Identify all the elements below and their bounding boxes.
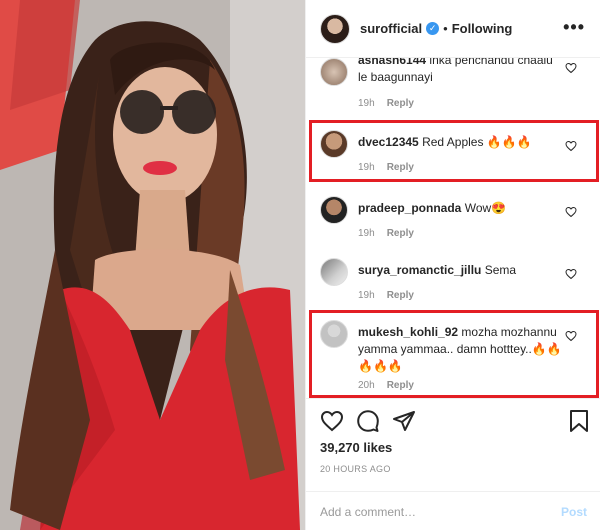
post-photo[interactable] — [0, 0, 305, 530]
post-actions: 39,270 likes 20 HOURS AGO Post — [306, 398, 600, 530]
post-timestamp: 20 HOURS AGO — [320, 464, 391, 474]
share-icon[interactable] — [392, 409, 416, 433]
highlight-box — [309, 310, 599, 398]
post-header: surofficial ✓ • Following ••• — [306, 0, 600, 58]
bookmark-icon[interactable] — [568, 409, 590, 433]
comment-text: ashash6144 inka penchandu chaalu le baag… — [358, 58, 563, 86]
comment-username[interactable]: ashash6144 — [358, 58, 426, 67]
comment-age: 19h — [358, 290, 375, 301]
comment-input[interactable] — [320, 504, 561, 519]
post-photo-illustration — [0, 0, 305, 530]
comment-text: surya_romanctic_jillu Sema — [358, 262, 563, 279]
add-comment-bar: Post — [306, 491, 600, 530]
comment-age: 19h — [358, 228, 375, 239]
comment-list[interactable]: ashash6144 inka penchandu chaalu le baag… — [306, 58, 600, 398]
comment-item: pradeep_ponnada Wow😍 19h Reply — [306, 196, 600, 252]
avatar[interactable] — [320, 258, 348, 286]
heart-icon[interactable] — [565, 268, 577, 280]
post-username[interactable]: surofficial — [360, 21, 422, 36]
highlight-box — [309, 120, 599, 182]
likes-count[interactable]: 39,270 likes — [320, 440, 392, 455]
post-button[interactable]: Post — [561, 505, 587, 519]
avatar[interactable] — [320, 58, 348, 86]
reply-button[interactable]: Reply — [387, 290, 414, 301]
reply-button[interactable]: Reply — [387, 98, 414, 109]
comment-meta: 19h Reply — [358, 98, 414, 109]
comment-icon[interactable] — [356, 409, 380, 433]
avatar[interactable] — [320, 196, 348, 224]
comment-item: ashash6144 inka penchandu chaalu le baag… — [306, 58, 600, 110]
comment-message: Wow😍 — [464, 201, 507, 215]
heart-icon[interactable] — [320, 409, 344, 433]
heart-icon[interactable] — [565, 62, 577, 74]
avatar[interactable] — [320, 13, 350, 44]
comment-message: Sema — [484, 263, 517, 277]
heart-icon[interactable] — [565, 206, 577, 218]
separator-dot: • — [443, 21, 448, 36]
verified-icon: ✓ — [426, 22, 440, 35]
comments-panel: surofficial ✓ • Following ••• ashash6144… — [305, 0, 600, 530]
following-button[interactable]: Following — [452, 21, 513, 36]
comment-text: pradeep_ponnada Wow😍 — [358, 200, 563, 217]
comment-meta: 19h Reply — [358, 290, 414, 301]
reply-button[interactable]: Reply — [387, 228, 414, 239]
comment-meta: 19h Reply — [358, 228, 414, 239]
comment-username[interactable]: surya_romanctic_jillu — [358, 263, 481, 277]
comment-age: 19h — [358, 98, 375, 109]
comment-username[interactable]: pradeep_ponnada — [358, 201, 461, 215]
comment-item: surya_romanctic_jillu Sema 19h Reply — [306, 258, 600, 314]
more-icon[interactable]: ••• — [563, 18, 585, 36]
